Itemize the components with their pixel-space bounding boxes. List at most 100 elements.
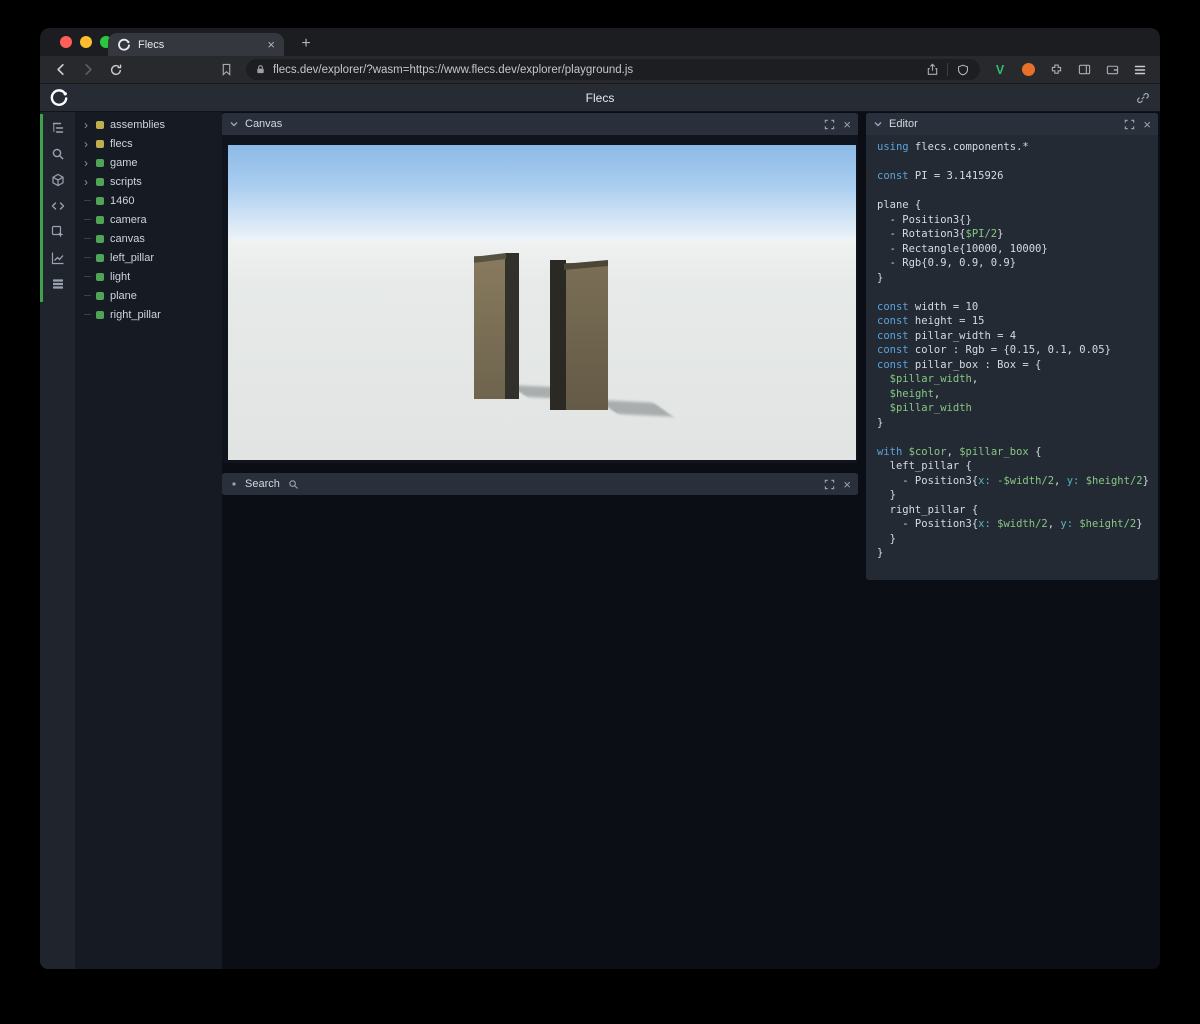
browser-toolbar: flecs.dev/explorer/?wasm=https://www.fle… <box>40 56 1160 84</box>
cube-icon[interactable] <box>49 171 66 188</box>
3d-viewport[interactable] <box>228 145 856 460</box>
tree-item-canvas[interactable]: canvas <box>75 229 222 248</box>
close-panel-icon[interactable]: × <box>843 118 851 131</box>
code-token: $pillar_box <box>959 445 1029 458</box>
tree-item-label: assemblies <box>110 118 166 131</box>
search-icon <box>288 479 299 490</box>
entity-color-square <box>96 272 104 281</box>
tree-item-assemblies[interactable]: › assemblies <box>75 115 222 134</box>
reload-button[interactable] <box>108 62 124 78</box>
tree-item-scripts[interactable]: › scripts <box>75 172 222 191</box>
pillar-face <box>505 253 519 399</box>
code-editor[interactable]: using flecs.components.* const PI = 3.14… <box>866 135 1158 580</box>
forward-button[interactable] <box>80 62 96 78</box>
browser-tab[interactable]: Flecs × <box>108 33 284 56</box>
code-token: const <box>877 344 909 356</box>
tree-guide-line <box>84 267 95 286</box>
back-button[interactable] <box>52 62 68 78</box>
minimize-window-button[interactable] <box>80 36 92 48</box>
expand-chevron-icon[interactable]: › <box>84 157 95 169</box>
code-line: - Position3{} <box>877 213 1158 228</box>
code-line: - Rgb{0.9, 0.9, 0.9} <box>877 256 1158 271</box>
maximize-panel-icon[interactable] <box>1124 119 1135 130</box>
expand-chevron-icon[interactable]: › <box>84 176 95 188</box>
expand-chevron-icon[interactable]: › <box>84 138 95 150</box>
search-panel-header[interactable]: Search × <box>222 473 858 495</box>
address-bar[interactable]: flecs.dev/explorer/?wasm=https://www.fle… <box>246 59 980 80</box>
code-line: $pillar_width <box>877 401 1158 416</box>
code-icon[interactable] <box>49 197 66 214</box>
browser-window: Flecs × + flecs.dev/explorer/?wasm=https… <box>40 28 1160 969</box>
tree-icon[interactable] <box>49 119 66 136</box>
maximize-panel-icon[interactable] <box>824 119 835 130</box>
chart-icon[interactable] <box>49 249 66 266</box>
link-icon[interactable] <box>1136 91 1150 105</box>
chevron-down-icon[interactable] <box>873 119 883 129</box>
wallet-icon[interactable] <box>1104 62 1120 78</box>
sidebar-toggle-icon[interactable] <box>1076 62 1092 78</box>
tree-item-camera[interactable]: camera <box>75 210 222 229</box>
expand-chevron-icon[interactable]: › <box>84 119 95 131</box>
code-token: using <box>877 141 909 153</box>
chevron-down-icon[interactable] <box>229 119 239 129</box>
tree-item-right_pillar[interactable]: right_pillar <box>75 305 222 324</box>
code-token: const <box>877 329 909 342</box>
close-panel-icon[interactable]: × <box>843 478 851 491</box>
code-line: } <box>877 271 1158 286</box>
tree-item-game[interactable]: › game <box>75 153 222 172</box>
chevron-right-icon[interactable] <box>229 479 239 489</box>
code-token: } <box>877 416 884 429</box>
tree-item-flecs[interactable]: › flecs <box>75 134 222 153</box>
pillar-face <box>474 256 505 399</box>
rows-icon[interactable] <box>49 275 66 292</box>
code-token: width = 10 <box>908 300 979 313</box>
code-line: const PI = 3.1415926 <box>877 169 1158 184</box>
canvas-panel-header[interactable]: Canvas × <box>222 113 858 135</box>
close-window-button[interactable] <box>60 36 72 48</box>
menu-icon[interactable] <box>1132 62 1148 78</box>
tree-item-1460[interactable]: 1460 <box>75 191 222 210</box>
new-tab-button[interactable]: + <box>294 33 318 56</box>
flecs-favicon-icon <box>117 38 131 52</box>
code-token: x: <box>978 474 991 487</box>
pillar-face <box>566 263 608 410</box>
code-line: const height = 15 <box>877 314 1158 329</box>
close-panel-icon[interactable]: × <box>1143 118 1151 131</box>
code-line: const width = 10 <box>877 300 1158 315</box>
tab-close-icon[interactable]: × <box>267 38 275 51</box>
code-token: const <box>877 358 909 371</box>
tree-item-left_pillar[interactable]: left_pillar <box>75 248 222 267</box>
code-token: - Position3{} <box>877 213 972 226</box>
editor-panel-header[interactable]: Editor × <box>866 113 1158 135</box>
tree-item-label: plane <box>110 289 137 302</box>
code-token: PI = 3.1415926 <box>908 170 1004 182</box>
tab-title: Flecs <box>138 38 165 51</box>
extensions-puzzle-icon[interactable] <box>1048 62 1064 78</box>
code-token: , <box>946 445 960 458</box>
tree-item-plane[interactable]: plane <box>75 286 222 305</box>
inspector-icon[interactable] <box>49 223 66 240</box>
code-content: using flecs.components.* const PI = 3.14… <box>866 135 1158 561</box>
code-line: - Rectangle{10000, 10000} <box>877 242 1158 257</box>
share-icon[interactable] <box>924 62 940 78</box>
code-token: const <box>877 170 909 182</box>
entity-color-square <box>96 310 104 319</box>
code-token: , <box>933 387 941 400</box>
shield-icon[interactable] <box>955 62 971 78</box>
code-token: { <box>1028 445 1042 458</box>
code-token: - Rectangle{10000, 10000} <box>877 242 1048 255</box>
flecs-logo-icon[interactable] <box>49 88 69 108</box>
code-token: } <box>877 271 884 284</box>
code-line: const pillar_box : Box = { <box>877 358 1158 373</box>
maximize-panel-icon[interactable] <box>824 479 835 490</box>
search-icon[interactable] <box>49 145 66 162</box>
tree-item-light[interactable]: light <box>75 267 222 286</box>
code-line: } <box>877 532 1158 547</box>
bookmark-icon[interactable] <box>218 62 234 78</box>
extension-v-icon[interactable]: V <box>992 62 1008 78</box>
code-token: with <box>877 445 903 458</box>
extension-orange-icon[interactable] <box>1020 62 1036 78</box>
